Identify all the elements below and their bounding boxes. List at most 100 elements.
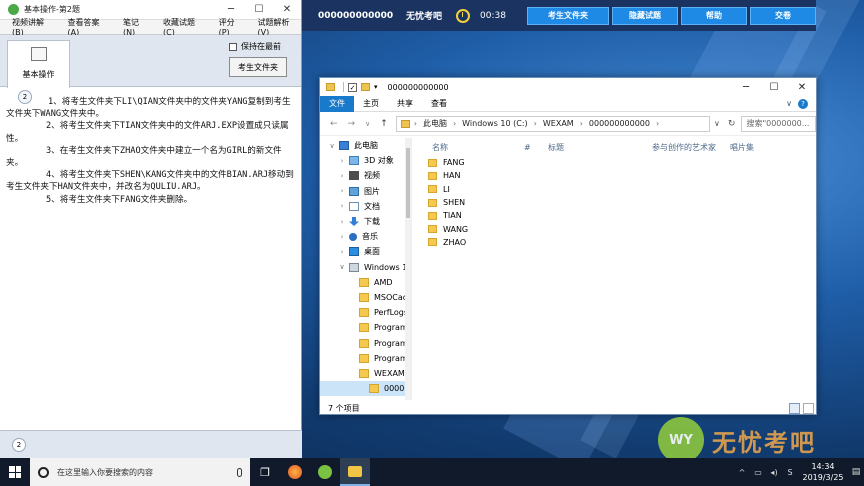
file-row[interactable]: HAN <box>428 169 468 182</box>
question-paragraph: 2、将考生文件夹下TIAN文件夹中的文件ARJ.EXP设置成只读属性。 <box>6 121 289 144</box>
chevron-down-icon[interactable]: ∨ <box>786 99 792 108</box>
notification-icon[interactable]: ▤ <box>848 467 864 477</box>
open-folder-button[interactable]: 考生文件夹 <box>229 57 287 77</box>
scrollbar-thumb[interactable] <box>406 148 410 218</box>
back-icon[interactable]: ← <box>330 119 338 129</box>
recent-icon[interactable]: ∨ <box>365 120 370 128</box>
large-icons-view-icon[interactable] <box>803 402 814 414</box>
minimize-icon[interactable]: ─ <box>732 82 760 93</box>
forward-icon[interactable]: → <box>348 119 356 129</box>
chevron-right-icon[interactable]: › <box>338 218 346 226</box>
search-input[interactable]: 搜索"0000000... <box>741 115 816 132</box>
file-row[interactable]: SHEN <box>428 196 468 209</box>
checkbox-box[interactable] <box>229 42 237 51</box>
start-button[interactable] <box>0 458 30 486</box>
breadcrumb-item[interactable]: Windows 10 (C:) <box>462 119 528 128</box>
cortana-icon[interactable] <box>38 466 49 478</box>
menu-view-answer[interactable]: 查看答案(A) <box>67 17 110 37</box>
close-icon[interactable]: ✕ <box>788 82 816 93</box>
nav-item[interactable]: 0000000000 <box>320 381 411 397</box>
maximize-icon[interactable]: ☐ <box>245 4 273 15</box>
properties-icon[interactable]: ✓ <box>348 82 357 92</box>
question-number-button[interactable]: 2 <box>12 438 26 452</box>
nav-item[interactable]: › 音乐 <box>320 229 411 244</box>
minimize-icon[interactable]: ─ <box>217 4 245 15</box>
chevron-right-icon[interactable]: › <box>338 202 346 210</box>
nav-item[interactable]: › 文档 <box>320 199 411 214</box>
chevron-up-icon[interactable]: ^ <box>734 458 750 486</box>
menu-favorite[interactable]: 收藏试题(C) <box>163 17 207 37</box>
nav-item[interactable]: ∨Windows 10 (C <box>320 260 411 275</box>
nav-item[interactable]: ∨ 此电脑 <box>320 138 411 153</box>
tab-share[interactable]: 共享 <box>388 96 422 112</box>
tab-home[interactable]: 主页 <box>354 96 388 112</box>
chevron-down-icon[interactable]: ▾ <box>374 83 378 91</box>
column-number[interactable]: # <box>524 143 531 152</box>
nav-item[interactable]: PerfLogs <box>320 305 411 320</box>
details-view-icon[interactable] <box>789 402 800 414</box>
nav-item[interactable]: › 视频 <box>320 168 411 183</box>
nav-item[interactable]: › 3D 对象 <box>320 153 411 168</box>
microphone-icon[interactable] <box>237 467 242 477</box>
up-icon[interactable]: ↑ <box>380 119 388 129</box>
taskbar-search[interactable]: 在这里输入你要搜索的内容 <box>30 458 250 486</box>
column-artist[interactable]: 参与创作的艺术家 <box>652 142 716 153</box>
chevron-right-icon[interactable]: › <box>338 172 346 180</box>
file-row[interactable]: ZHAO <box>428 236 468 249</box>
taskbar-app-explorer[interactable] <box>340 458 370 486</box>
breadcrumb-item[interactable]: 此电脑 <box>423 118 447 129</box>
chevron-right-icon[interactable]: › <box>338 157 346 165</box>
nav-item[interactable]: › 图片 <box>320 184 411 199</box>
file-row[interactable]: FANG <box>428 156 468 169</box>
column-name[interactable]: 名称 <box>432 142 448 153</box>
examinee-folder-button[interactable]: 考生文件夹 <box>527 6 609 25</box>
taskbar-app-firefox[interactable] <box>280 458 310 486</box>
refresh-icon[interactable]: ↻ <box>728 119 736 129</box>
chevron-down-icon[interactable]: ∨ <box>714 119 720 128</box>
column-album[interactable]: 唱片集 <box>730 142 754 153</box>
chevron-right-icon[interactable]: ∨ <box>338 263 346 271</box>
new-folder-icon[interactable] <box>361 83 370 91</box>
taskbar-clock[interactable]: 14:34 2019/3/25 <box>798 461 848 483</box>
network-icon[interactable]: ▭ <box>750 458 766 486</box>
nav-scrollbar[interactable] <box>405 138 411 400</box>
help-button[interactable]: 帮助 <box>681 6 747 25</box>
address-bar[interactable]: › 此电脑 › Windows 10 (C:) › WEXAM › 000000… <box>395 115 711 132</box>
file-row[interactable]: TIAN <box>428 209 468 222</box>
chevron-right-icon[interactable]: › <box>338 248 346 256</box>
file-row[interactable]: LI <box>428 183 468 196</box>
chevron-right-icon[interactable]: › <box>338 233 346 241</box>
hide-question-button[interactable]: 隐藏试题 <box>612 6 678 25</box>
input-method-icon[interactable]: S <box>782 458 798 486</box>
divider <box>343 82 344 92</box>
tab-file[interactable]: 文件 <box>320 95 354 112</box>
tab-basic-operation[interactable]: 基本操作 <box>7 40 70 88</box>
menu-notes[interactable]: 笔记(N) <box>123 17 151 37</box>
nav-item[interactable]: › 下载 <box>320 214 411 229</box>
maximize-icon[interactable]: ☐ <box>760 82 788 93</box>
chevron-right-icon[interactable]: › <box>338 187 346 195</box>
menu-video[interactable]: 视频讲解(B) <box>12 17 55 37</box>
submit-exam-button[interactable]: 交卷 <box>750 6 816 25</box>
taskbar-app-exam[interactable] <box>310 458 340 486</box>
column-title[interactable]: 标题 <box>548 142 564 153</box>
chevron-right-icon[interactable]: ∨ <box>328 142 336 150</box>
nav-item[interactable]: MSOCache <box>320 290 411 305</box>
nav-item[interactable]: WEXAM <box>320 366 411 381</box>
breadcrumb-item[interactable]: 000000000000 <box>589 119 650 128</box>
close-icon[interactable]: ✕ <box>273 4 301 15</box>
file-row[interactable]: WANG <box>428 222 468 235</box>
keep-on-top-checkbox[interactable]: 保持在最前 <box>229 41 281 52</box>
nav-item[interactable]: AMD <box>320 275 411 290</box>
menu-analysis[interactable]: 试题解析(V) <box>258 17 301 37</box>
volume-icon[interactable]: ◂) <box>766 458 782 486</box>
breadcrumb-item[interactable]: WEXAM <box>543 119 574 128</box>
nav-item[interactable]: › 桌面 <box>320 244 411 259</box>
nav-item[interactable]: Program Files <box>320 335 411 350</box>
tab-view[interactable]: 查看 <box>422 96 456 112</box>
nav-item[interactable]: ProgramData <box>320 351 411 366</box>
menu-score[interactable]: 评分(P) <box>219 17 246 37</box>
nav-item[interactable]: Program Files <box>320 320 411 335</box>
task-view-icon[interactable]: ❐ <box>250 458 280 486</box>
help-icon[interactable]: ? <box>798 98 808 109</box>
